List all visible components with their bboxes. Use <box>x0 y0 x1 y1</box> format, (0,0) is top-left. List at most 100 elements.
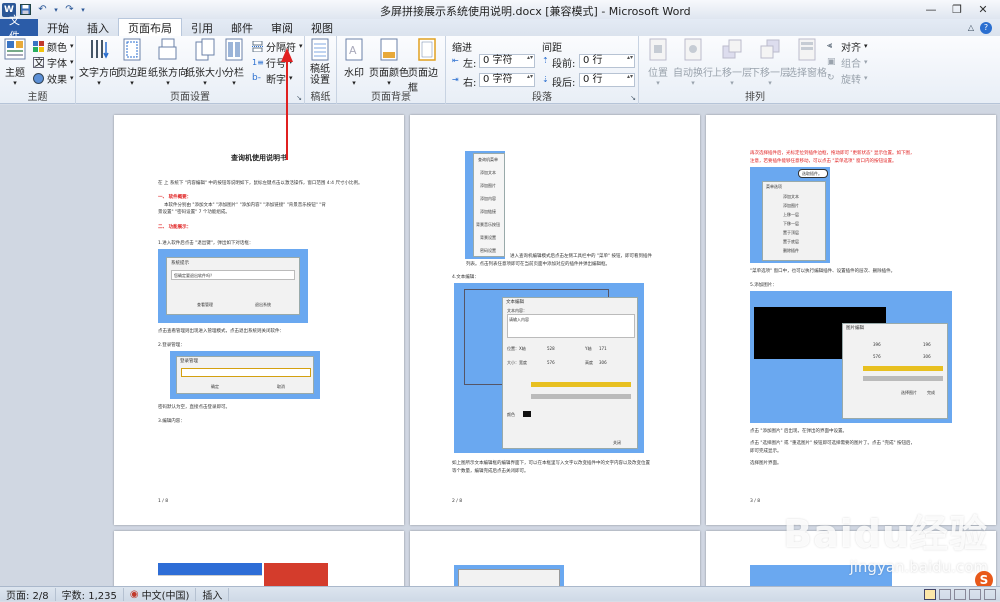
page1-intro: 在 上 系统下 "内容编辑" 中的按钮等说明如下，鼠标左键点击以激活操作，窗口范… <box>158 181 363 186</box>
status-insert-mode[interactable]: 插入 <box>196 587 230 602</box>
draft-view-icon[interactable] <box>984 588 996 600</box>
rotate-button[interactable]: ↻ 旋转 ▾ <box>827 71 868 86</box>
wrap-text-button[interactable]: 自动换行 ▾ <box>673 38 713 87</box>
theme-colors-button[interactable]: 颜色 ▾ <box>33 39 74 54</box>
page2-step4: 4.文本编辑： <box>452 275 479 280</box>
indent-left-icon: ⇤ <box>452 56 459 65</box>
spacing-before-spinner[interactable]: 0 行 <box>579 54 635 68</box>
redo-icon[interactable]: ↷ <box>62 2 77 17</box>
text-direction-button[interactable]: 文字方向 ▾ <box>79 38 119 87</box>
document-workspace[interactable]: 查询机使用说明书 在 上 系统下 "内容编辑" 中的按钮等说明如下，鼠标左键点击… <box>0 105 1000 586</box>
undo-icon[interactable]: ↶ <box>35 2 50 17</box>
document-page-1[interactable]: 查询机使用说明书 在 上 系统下 "内容编辑" 中的按钮等说明如下，鼠标左键点击… <box>114 115 404 525</box>
rotate-label: 旋转 <box>841 74 861 86</box>
minimize-icon[interactable]: — <box>918 0 944 18</box>
print-layout-view-icon[interactable] <box>924 588 936 600</box>
plugin-menu-item: 背景音乐按钮 <box>476 222 500 227</box>
margins-label: 页边距 <box>117 68 147 79</box>
image-editor-slider-2 <box>863 376 943 381</box>
fonts-label: 字体 <box>47 58 67 70</box>
plugin-menu-item: 添加文本 <box>480 170 496 175</box>
login-screenshot: 登录管理 确定 取消 <box>170 351 320 399</box>
manuscript-settings-button[interactable]: 稿纸 设置 <box>309 38 331 86</box>
status-bar: 页面: 2/8 字数: 1,235 ◉ 中文(中国) 插入 <box>0 586 1000 602</box>
ribbon: 主题 ▾ 颜色 ▾ 文 字体 ▾ 效果 ▾ 主题 文字方向 ▾ 页边距 ▾ 纸张… <box>0 36 1000 104</box>
theme-effects-button[interactable]: 效果 ▾ <box>33 71 74 86</box>
sogou-ime-icon[interactable]: S <box>975 571 993 586</box>
page-color-button[interactable]: 页面颜色 ▾ <box>369 38 409 87</box>
indent-left-spinner[interactable]: 0 字符 <box>479 54 535 68</box>
page3-after-menu: "菜单选项" 窗口中，也可以执行编辑插件、设置插件的层次、删除插件。 <box>750 269 896 274</box>
group-page-setup-label: 页面设置 <box>170 92 210 103</box>
position-button[interactable]: 位置 ▾ <box>647 38 669 87</box>
customize-qat-icon[interactable]: ▾ <box>79 2 87 17</box>
wrap-text-icon <box>684 38 702 61</box>
line-numbers-button[interactable]: 1≡ 行号 ▾ <box>252 55 293 70</box>
maximize-icon[interactable]: ❐ <box>944 0 970 18</box>
tab-insert[interactable]: 插入 <box>78 19 118 36</box>
document-page-2[interactable]: 查询机菜单 添加文本 添加图片 添加内容 添加链接 背景音乐按钮 背景设置 密码… <box>410 115 700 525</box>
selection-pane-button[interactable]: 选择窗格 <box>787 38 827 79</box>
themes-button[interactable]: 主题 ▾ <box>4 38 26 87</box>
text-editor-dialog: 文本编辑 文本内容： 请输入内容 位置：X轴 528 Y轴 171 大小：宽度 … <box>502 297 638 449</box>
page-setup-launcher-icon[interactable]: ↘ <box>296 94 302 102</box>
align-button[interactable]: ⫷ 对齐 ▾ <box>827 39 868 54</box>
system-prompt-dialog: 系统提示 您确定要退出软件吗？ 查看管理 退出系统 <box>166 257 300 315</box>
status-page[interactable]: 页面: 2/8 <box>0 587 56 602</box>
system-prompt-exit-button: 退出系统 <box>255 302 271 307</box>
full-screen-reading-view-icon[interactable] <box>939 588 951 600</box>
menu-option-item: 置于底层 <box>783 239 799 244</box>
breaks-button[interactable]: 分隔符 ▾ <box>252 39 303 54</box>
document-page-3[interactable]: 再次选择插件后，光标定位到插件边框，拖动即可 "更新状态" 显示位置。如下图， … <box>706 115 996 525</box>
watermark-button[interactable]: A 水印 ▾ <box>343 38 365 87</box>
menu-option-item: 下移一层 <box>783 221 799 226</box>
columns-button[interactable]: 分栏 ▾ <box>223 38 245 87</box>
orientation-icon <box>158 38 177 60</box>
document-page-5[interactable] <box>410 531 700 586</box>
web-layout-view-icon[interactable] <box>954 588 966 600</box>
tab-references[interactable]: 引用 <box>182 19 222 36</box>
close-icon[interactable]: ✕ <box>970 0 996 18</box>
image-editor-width-value: 576 <box>873 354 881 359</box>
group-themes-label: 主题 <box>27 92 48 103</box>
outline-view-icon[interactable] <box>969 588 981 600</box>
status-proofing[interactable]: ◉ 中文(中国) <box>124 587 197 602</box>
send-backward-button[interactable]: 下移一层 ▾ <box>750 38 790 87</box>
tab-file[interactable]: 文件 <box>0 14 38 43</box>
image-editor-done-button: 完成 <box>927 390 935 395</box>
image-editor-screenshot: 图片编辑 396 196 576 306 选择图片 完成 <box>750 291 952 423</box>
theme-fonts-button[interactable]: 文 字体 ▾ <box>33 55 74 70</box>
size-button[interactable]: 纸张大小 ▾ <box>185 38 225 87</box>
indent-right-spinner[interactable]: 0 字符 <box>479 73 535 87</box>
tab-review[interactable]: 审阅 <box>262 19 302 36</box>
tab-home[interactable]: 开始 <box>38 19 78 36</box>
status-word-count[interactable]: 字数: 1,235 <box>56 587 124 602</box>
undo-dropdown-icon[interactable]: ▾ <box>52 2 60 17</box>
text-editor-width-value: 576 <box>547 360 555 365</box>
text-editor-content-label: 文本内容： <box>507 308 527 313</box>
hyphenation-icon: b- <box>252 72 261 83</box>
bring-forward-button[interactable]: 上移一层 ▾ <box>712 38 752 87</box>
themes-label: 主题 <box>5 68 25 79</box>
group-button[interactable]: ▣ 组合 ▾ <box>827 55 868 70</box>
columns-icon <box>225 38 243 61</box>
tab-page-layout[interactable]: 页面布局 <box>118 18 182 36</box>
hyphenation-button[interactable]: b- 断字 ▾ <box>252 71 293 86</box>
text-editor-slider-2 <box>531 394 631 399</box>
tab-mailings[interactable]: 邮件 <box>222 19 262 36</box>
page1-step2: 2.登录管理： <box>158 343 185 348</box>
tab-view[interactable]: 视图 <box>302 19 342 36</box>
page-borders-button[interactable]: 页面边框 <box>408 38 445 94</box>
spacing-after-spinner[interactable]: 0 行 <box>579 73 635 87</box>
orientation-button[interactable]: 纸张方向 ▾ <box>148 38 188 87</box>
line-numbers-icon: 1≡ <box>252 57 264 67</box>
help-icon[interactable]: ? <box>980 21 992 34</box>
margins-button[interactable]: 页边距 ▾ <box>117 38 147 87</box>
indent-right-label: 右: <box>463 78 477 89</box>
page1-section1-body2: 景设置" "密码设置" 7 个功能组成。 <box>158 210 230 215</box>
ribbon-minimize-icon[interactable]: △ <box>968 23 974 32</box>
plugin-menu-item: 背景设置 <box>480 235 496 240</box>
paragraph-launcher-icon[interactable]: ↘ <box>630 94 636 102</box>
document-page-4[interactable] <box>114 531 404 586</box>
page2-after-menu-2: 列表。点击列表任意项即可在当前页面中添加对应的插件并弹出编辑框。 <box>466 262 610 267</box>
